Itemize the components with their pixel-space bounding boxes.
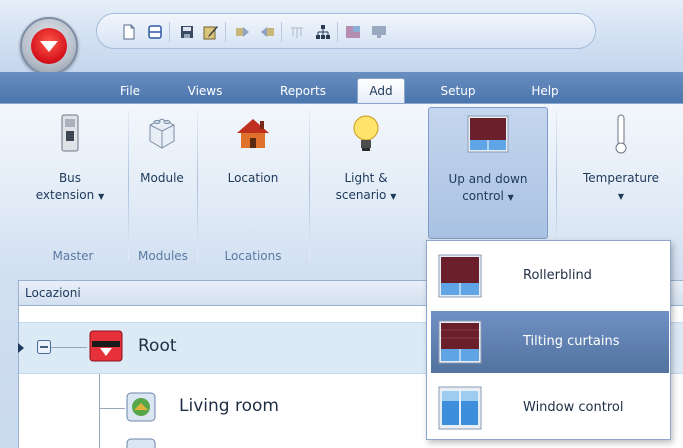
tab-reports[interactable]: Reports <box>268 79 338 103</box>
chevron-down-icon: ▼ <box>507 193 514 202</box>
quick-access-toolbar <box>96 13 596 49</box>
window-icon <box>438 386 482 430</box>
menu-item-tilting-curtains-label: Tilting curtains <box>523 334 620 349</box>
tree-connector <box>99 408 125 409</box>
chevron-down-icon: ▼ <box>98 192 105 201</box>
row-indicator-icon <box>18 343 24 353</box>
toolbar-separator <box>169 22 170 42</box>
rollerblind-icon <box>438 254 482 298</box>
bus-extension-button[interactable]: Bus extension ▼ <box>20 107 120 239</box>
tilting-curtains-icon <box>438 320 482 364</box>
menu-item-rollerblind-label: Rollerblind <box>523 268 592 283</box>
up-down-control-label-line1: Up and down <box>448 172 528 186</box>
light-bulb-icon <box>353 115 379 151</box>
menu-item-rollerblind[interactable]: Rollerblind <box>431 245 669 307</box>
network-faded-icon[interactable] <box>289 24 305 40</box>
toolbar-separator <box>337 22 338 42</box>
ribbon-group-modules: Modules <box>138 249 188 263</box>
tab-file[interactable]: File <box>110 79 150 103</box>
logo-icon <box>31 28 67 64</box>
ribbon-group-master: Master <box>52 249 94 263</box>
title-bar <box>0 0 683 75</box>
print-icon[interactable] <box>147 24 163 40</box>
application-window: File Views Reports Add Setup Help Bus ex… <box>0 0 683 448</box>
up-down-control-dropdown: Rollerblind Tilting curtains Window cont… <box>426 240 671 440</box>
save-icon[interactable] <box>179 24 195 40</box>
new-document-icon[interactable] <box>121 24 137 40</box>
tree-connector <box>51 347 87 348</box>
thermometer-icon <box>615 114 627 154</box>
tree-node-living-room-label: Living room <box>179 396 279 416</box>
tab-help[interactable]: Help <box>520 79 570 103</box>
ribbon-group-locations: Locations <box>224 249 282 263</box>
tree-node-root-label: Root <box>138 336 177 356</box>
bus-extension-label-line2: extension ▼ <box>35 188 105 202</box>
location-button[interactable]: Location <box>203 107 303 239</box>
tab-views[interactable]: Views <box>180 79 230 103</box>
up-down-control-button[interactable]: Up and down control ▼ <box>428 107 548 239</box>
menu-item-window-control-label: Window control <box>523 400 624 415</box>
rollerblind-icon <box>467 115 509 153</box>
module-button[interactable]: Module <box>134 107 190 239</box>
light-scenario-label-line1: Light & <box>344 171 388 185</box>
app-orb-button[interactable] <box>20 17 78 75</box>
module-label: Module <box>140 171 184 185</box>
location-label: Location <box>227 171 279 185</box>
module-cube-icon <box>149 118 175 149</box>
palette-icon[interactable] <box>345 24 361 40</box>
ribbon-group-separator <box>197 110 198 260</box>
up-down-control-label-line2: control ▼ <box>462 189 514 203</box>
tree-connector <box>99 374 100 448</box>
ribbon-group-separator <box>556 110 557 260</box>
toolbar-separator <box>225 22 226 42</box>
chevron-down-icon: ▼ <box>617 192 625 201</box>
menu-tabs: File Views Reports Add Setup Help <box>0 75 683 104</box>
temperature-button[interactable]: Temperature ▼ <box>562 107 680 239</box>
collapse-icon[interactable] <box>37 340 51 354</box>
ribbon-group-separator <box>128 110 129 260</box>
export-arrow-icon[interactable] <box>235 24 251 40</box>
carlo-gavazzi-logo-icon <box>89 330 123 362</box>
bus-extension-icon <box>61 114 79 152</box>
living-room-icon <box>126 392 156 422</box>
light-scenario-label-line2: scenario ▼ <box>335 188 397 202</box>
edit-icon[interactable] <box>203 24 219 40</box>
menu-item-tilting-curtains[interactable]: Tilting curtains <box>431 311 669 373</box>
bus-extension-label-line1: Bus <box>58 171 82 185</box>
monitor-icon[interactable] <box>371 24 387 40</box>
toolbar-separator <box>281 22 282 42</box>
chevron-down-icon: ▼ <box>390 192 397 201</box>
import-arrow-icon[interactable] <box>259 24 275 40</box>
tab-setup[interactable]: Setup <box>430 79 486 103</box>
ribbon-group-separator <box>309 110 310 260</box>
menu-item-window-control[interactable]: Window control <box>431 377 669 439</box>
house-icon <box>237 119 269 148</box>
network-tree-icon[interactable] <box>315 24 331 40</box>
tree-node-next-icon <box>126 438 156 448</box>
light-scenario-button[interactable]: Light & scenario ▼ <box>316 107 416 239</box>
tab-add[interactable]: Add <box>357 78 405 104</box>
temperature-label: Temperature <box>582 171 659 185</box>
